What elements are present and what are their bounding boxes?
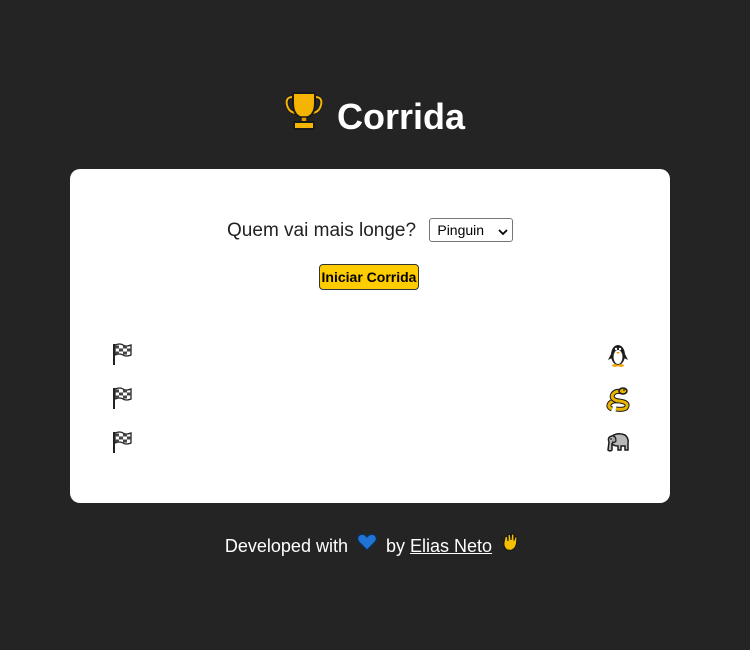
chevron-down-icon [498,220,508,242]
racer-select-value: Pinguin [437,222,485,238]
race-card: Quem vai mais longe? Pinguin Iniciar Cor… [70,169,670,503]
start-race-button[interactable]: Iniciar Corrida [319,264,419,290]
penguin-icon [606,342,630,373]
author-link[interactable]: Elias Neto [410,536,492,556]
page-title: Corrida [0,91,750,145]
footer-prefix: Developed with [224,536,348,556]
checkered-flag-icon [110,386,134,415]
checkered-flag-icon [110,342,134,371]
question-label: Quem vai mais longe? [227,220,417,241]
lane-penguin [110,342,630,370]
trophy-icon [284,91,324,142]
footer-by: by [386,536,406,556]
lane-snake [110,386,630,414]
app-title-text: Corrida [336,96,466,138]
racer-select[interactable]: Pinguin [429,218,513,242]
snake-icon [606,386,630,417]
elephant-icon [604,430,630,459]
app-page: Corrida Quem vai mais longe? Pinguin Ini… [0,0,750,650]
footer: Developed with by Elias Neto [0,532,750,560]
question-row: Quem vai mais longe? Pinguin [70,218,670,243]
lane-elephant [110,430,630,458]
blue-heart-icon [356,533,378,557]
waving-hand-icon [501,532,521,558]
checkered-flag-icon [110,430,134,459]
